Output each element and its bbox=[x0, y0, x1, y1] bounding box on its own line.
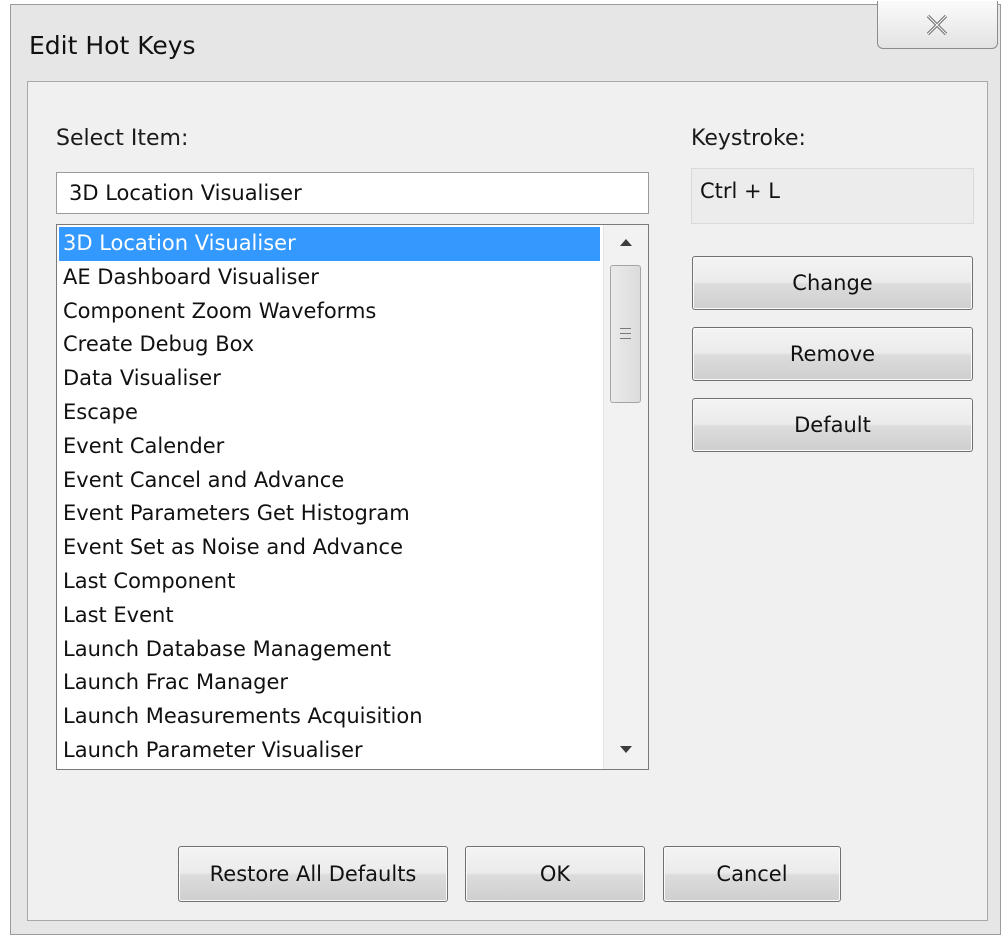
list-item[interactable]: Launch Frac Manager bbox=[59, 666, 600, 700]
remove-button[interactable]: Remove bbox=[692, 327, 973, 381]
edit-hot-keys-dialog: Edit Hot Keys Select Item: Keystroke: Ct… bbox=[10, 1, 1001, 935]
list-item[interactable]: 3D Location Visualiser bbox=[59, 227, 600, 261]
close-button[interactable] bbox=[877, 1, 998, 49]
list-item[interactable]: Launch Database Management bbox=[59, 633, 600, 667]
keystroke-label: Keystroke: bbox=[691, 126, 806, 151]
list-item[interactable]: Data Visualiser bbox=[59, 362, 600, 396]
list-item[interactable]: Escape bbox=[59, 396, 600, 430]
dialog-body: Select Item: Keystroke: Ctrl + L 3D Loca… bbox=[27, 81, 988, 921]
default-button[interactable]: Default bbox=[692, 398, 973, 452]
list-item[interactable]: Component Zoom Waveforms bbox=[59, 295, 600, 329]
list-item[interactable]: Launch Measurements Acquisition bbox=[59, 700, 600, 734]
arrow-down-icon bbox=[620, 746, 632, 753]
select-item-input[interactable] bbox=[56, 172, 649, 214]
keystroke-field: Ctrl + L bbox=[691, 168, 974, 224]
close-icon bbox=[926, 14, 948, 36]
change-button[interactable]: Change bbox=[692, 256, 973, 310]
scroll-thumb[interactable] bbox=[610, 265, 641, 403]
ok-button[interactable]: OK bbox=[465, 846, 645, 902]
list-item[interactable]: Create Debug Box bbox=[59, 328, 600, 362]
arrow-up-icon bbox=[620, 239, 632, 246]
list-item[interactable]: Launch Parameter Visualiser bbox=[59, 734, 600, 768]
list-scrollbar[interactable] bbox=[603, 225, 648, 769]
list-item[interactable]: Last Component bbox=[59, 565, 600, 599]
restore-all-defaults-button[interactable]: Restore All Defaults bbox=[178, 846, 448, 902]
cancel-button[interactable]: Cancel bbox=[663, 846, 841, 902]
scroll-grip-line bbox=[620, 328, 631, 329]
title-bar[interactable]: Edit Hot Keys bbox=[11, 1, 1000, 81]
list-item[interactable]: AE Dashboard Visualiser bbox=[59, 261, 600, 295]
hotkey-list-items: 3D Location Visualiser AE Dashboard Visua… bbox=[59, 227, 600, 768]
dialog-title: Edit Hot Keys bbox=[29, 31, 196, 60]
list-item[interactable]: Event Parameters Get Histogram bbox=[59, 497, 600, 531]
list-item[interactable]: Event Cancel and Advance bbox=[59, 464, 600, 498]
scroll-up-button[interactable] bbox=[604, 225, 648, 261]
list-item[interactable]: Last Event bbox=[59, 599, 600, 633]
scroll-down-button[interactable] bbox=[604, 733, 648, 769]
scroll-grip-line bbox=[620, 333, 631, 334]
list-item[interactable]: Event Set as Noise and Advance bbox=[59, 531, 600, 565]
select-item-label: Select Item: bbox=[56, 126, 189, 151]
list-item[interactable]: Event Calender bbox=[59, 430, 600, 464]
hotkey-list[interactable]: 3D Location Visualiser AE Dashboard Visua… bbox=[56, 224, 649, 770]
scroll-grip-line bbox=[620, 338, 631, 339]
keystroke-value: Ctrl + L bbox=[700, 179, 781, 203]
